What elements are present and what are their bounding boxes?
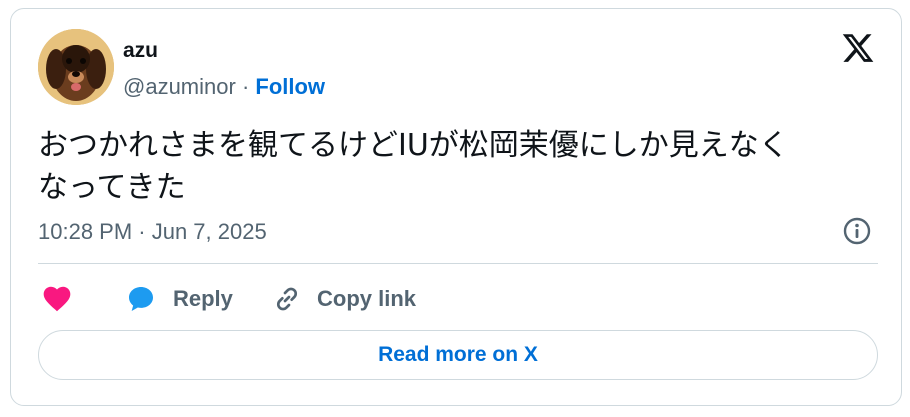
read-more-button[interactable]: Read more on X (38, 330, 878, 380)
author-name[interactable]: azu (123, 39, 158, 63)
link-icon (276, 287, 298, 311)
tweet-timestamp[interactable]: 10:28 PM · Jun 7, 2025 (38, 218, 267, 246)
divider (38, 263, 878, 264)
copy-link-label: Copy link (317, 286, 417, 311)
reply-button[interactable]: Reply (125, 281, 233, 317)
reply-bubble-icon (129, 287, 153, 311)
heart-icon[interactable] (41, 283, 73, 315)
author-handle[interactable]: @azuminor (123, 74, 236, 99)
reply-label: Reply (173, 286, 233, 311)
follow-button[interactable]: Follow (255, 74, 325, 99)
info-icon[interactable] (842, 216, 872, 246)
dog-photo-icon (38, 29, 114, 105)
handle-row: @azuminor · Follow (123, 73, 325, 101)
avatar[interactable] (38, 29, 114, 105)
tweet-text-line: なってきた (38, 170, 186, 205)
tweet-text: おつかれさまを観てるけどIUが松岡茉優にしか見えなく なってきた (38, 125, 868, 209)
tweet-card: azu @azuminor · Follow おつかれさまを観てるけどIUが松岡… (10, 8, 902, 406)
x-logo-icon[interactable] (841, 31, 875, 65)
copy-link-button[interactable]: Copy link (271, 281, 416, 317)
tweet-text-line: おつかれさまを観てるけどIUが松岡茉優にしか見えなく (38, 128, 789, 163)
separator-dot: · (235, 74, 256, 99)
